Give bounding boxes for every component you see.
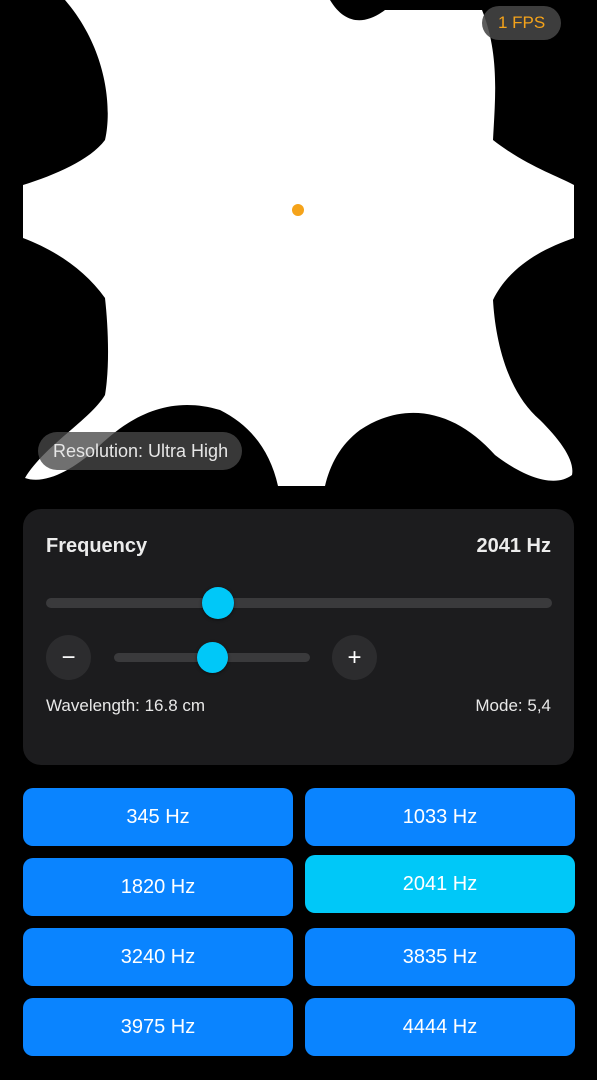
wavelength-label: Wavelength: 16.8 cm: [46, 696, 206, 715]
preset-button-1820[interactable]: 1820 Hz: [23, 858, 293, 916]
fine-tune-slider[interactable]: [114, 642, 310, 673]
preset-button-3240[interactable]: 3240 Hz: [23, 928, 293, 986]
preset-button-1033[interactable]: 1033 Hz: [305, 788, 575, 846]
preset-button-3975[interactable]: 3975 Hz: [23, 998, 293, 1056]
frequency-title: Frequency: [46, 535, 148, 557]
preset-button-4444[interactable]: 4444 Hz: [305, 998, 575, 1056]
resolution-badge[interactable]: Resolution: Ultra High: [38, 432, 243, 470]
frequency-value: 2041 Hz: [476, 535, 552, 557]
nodal-pattern-shape: [23, 0, 574, 486]
increment-button[interactable]: +: [332, 635, 377, 680]
mode-label: Mode: 5,4: [475, 696, 551, 715]
chladni-visualization[interactable]: 1 FPS Resolution: Ultra High: [0, 0, 597, 495]
preset-button-2041[interactable]: 2041 Hz: [305, 855, 575, 913]
app-screen: 1 FPS Resolution: Ultra High Frequency 2…: [0, 0, 597, 1080]
preset-button-345[interactable]: 345 Hz: [23, 788, 293, 846]
fine-tune-slider-thumb[interactable]: [197, 642, 228, 673]
frequency-panel: Frequency 2041 Hz − + Wavelength: 16.8 c…: [23, 509, 574, 765]
frequency-slider-thumb[interactable]: [202, 587, 235, 619]
fps-badge: 1 FPS: [482, 6, 562, 40]
source-dot: [292, 204, 304, 216]
decrement-button[interactable]: −: [46, 635, 91, 680]
chladni-pattern: [0, 0, 597, 495]
preset-button-3835[interactable]: 3835 Hz: [305, 928, 575, 986]
frequency-slider[interactable]: [46, 587, 552, 619]
